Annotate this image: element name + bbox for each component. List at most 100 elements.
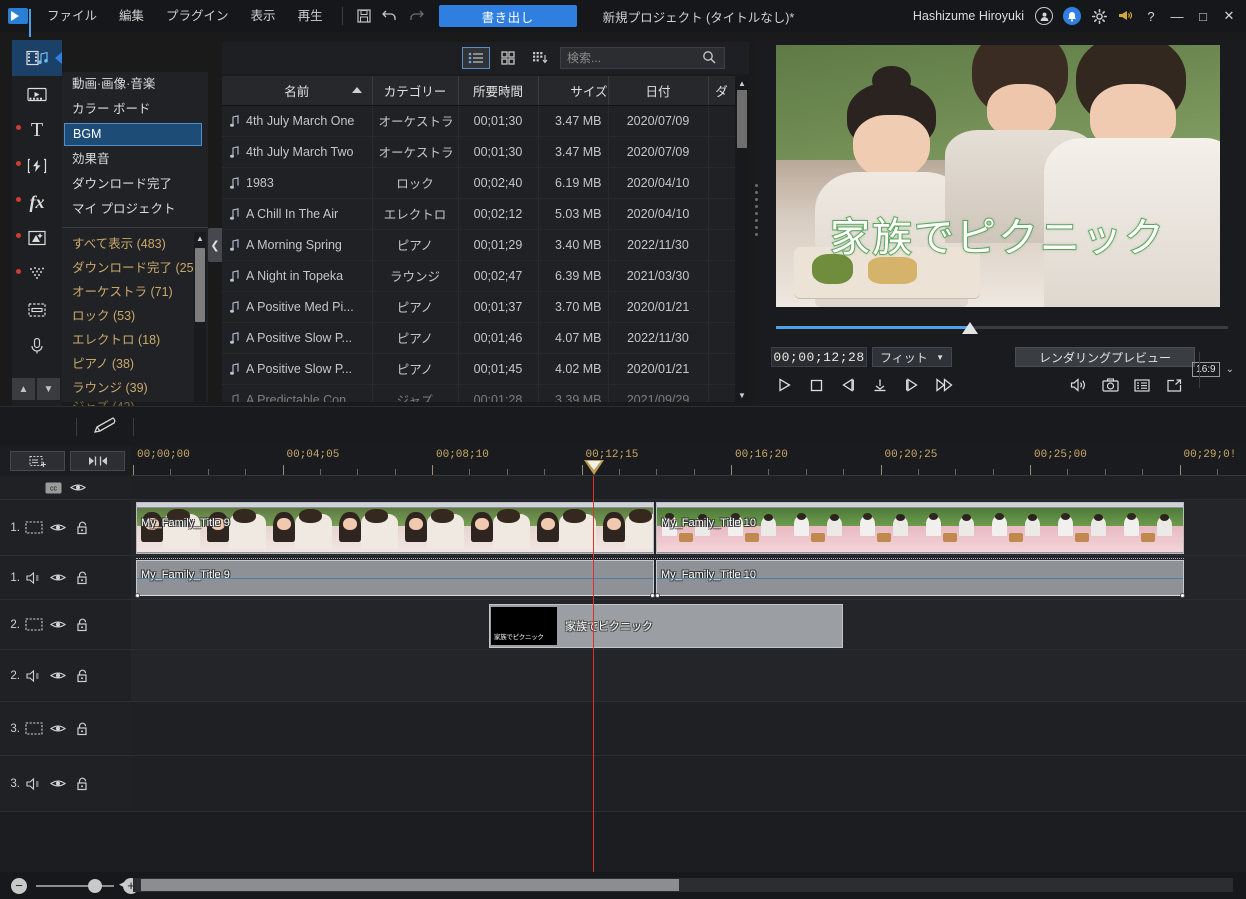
timeline-horizontal-scrollbar[interactable]: ◀	[133, 878, 1233, 892]
table-row[interactable]: A Positive Med Pi...ピアノ00;01;373.70 MB20…	[222, 291, 735, 322]
tree-cat-all[interactable]: すべて表示 (483)	[62, 232, 208, 256]
track-visibility-eye-icon[interactable]	[46, 778, 70, 789]
track-lock-icon[interactable]	[70, 571, 94, 585]
menu-view[interactable]: 表示	[240, 0, 287, 32]
chevron-down-icon[interactable]: ⌄	[1226, 364, 1234, 375]
track-area-cc[interactable]	[131, 476, 1246, 500]
col-date[interactable]: 日付	[608, 76, 708, 105]
rail-particle-room[interactable]	[12, 256, 62, 292]
rail-transition-room[interactable]	[12, 148, 62, 184]
tree-cat-lounge[interactable]: ラウンジ (39)	[62, 376, 208, 400]
gear-icon[interactable]	[1086, 3, 1112, 29]
col-category[interactable]: カテゴリー	[372, 76, 458, 105]
track-visibility-eye-icon[interactable]	[46, 723, 70, 734]
track-header-audio-2[interactable]: 2.	[0, 650, 131, 702]
search-input[interactable]	[567, 51, 702, 65]
ripple-button[interactable]	[70, 451, 125, 471]
tree-cat-piano[interactable]: ピアノ (38)	[62, 352, 208, 376]
cc-visibility-eye-icon[interactable]	[66, 482, 90, 493]
preview-video[interactable]: 家族でピクニック	[776, 45, 1220, 307]
menu-file[interactable]: ファイル	[36, 0, 108, 32]
file-scroll-thumb[interactable]	[737, 90, 747, 148]
timeline-clip-audio-1a[interactable]: My_Family_Title 9	[136, 560, 654, 596]
stop-button[interactable]	[800, 373, 832, 397]
track-visibility-eye-icon[interactable]	[46, 619, 70, 630]
file-list-scrollbar[interactable]: ▲ ▼	[735, 76, 749, 402]
tree-item-colorboard[interactable]: カラー ボード	[62, 97, 208, 122]
grid-view-icon[interactable]	[494, 47, 522, 69]
fast-forward-button[interactable]	[928, 373, 960, 397]
timeline-clip-title[interactable]: 家族でピクニック 家族でピクニック	[489, 604, 843, 648]
track-visibility-eye-icon[interactable]	[46, 670, 70, 681]
tree-cat-rock[interactable]: ロック (53)	[62, 304, 208, 328]
track-lock-icon[interactable]	[70, 618, 94, 632]
detach-preview-button[interactable]	[1158, 373, 1190, 397]
collapse-left-icon[interactable]: ❮	[208, 228, 222, 262]
search-box[interactable]	[560, 47, 725, 69]
rail-scroll-down-icon[interactable]: ▼	[37, 378, 60, 400]
tree-scroll-up-icon[interactable]: ▲	[194, 232, 206, 244]
track-lock-icon[interactable]	[70, 777, 94, 791]
volume-button[interactable]	[1062, 373, 1094, 397]
col-name[interactable]: 名前	[222, 76, 372, 105]
col-download[interactable]: ダ	[708, 76, 735, 105]
col-duration[interactable]: 所要時間	[458, 76, 538, 105]
table-row[interactable]: A Positive Slow P...ピアノ00;01;454.02 MB20…	[222, 353, 735, 384]
zoom-slider-knob[interactable]	[88, 879, 102, 893]
tree-item-myproject[interactable]: マイ プロジェクト	[62, 197, 208, 222]
tree-item-bgm[interactable]: BGM	[64, 123, 202, 146]
tree-item-downloaded[interactable]: ダウンロード完了	[62, 172, 208, 197]
zoom-out-button[interactable]: −	[11, 878, 27, 894]
close-button[interactable]: ✕	[1216, 0, 1242, 32]
preview-timecode[interactable]: 00;00;12;28	[771, 347, 867, 367]
save-icon[interactable]	[351, 3, 377, 29]
bell-icon[interactable]	[1063, 7, 1081, 25]
table-row[interactable]: 4th July March Oneオーケストラ00;01;303.47 MB2…	[222, 105, 735, 136]
rail-media-room[interactable]	[12, 40, 62, 76]
table-row[interactable]: A Positive Slow P...ピアノ00;01;464.07 MB20…	[222, 322, 735, 353]
tree-item-media[interactable]: 動画·画像·音楽	[62, 72, 208, 97]
cc-icon[interactable]: cc	[42, 482, 66, 494]
track-header-video-3[interactable]: 3.	[0, 702, 131, 756]
hscroll-thumb[interactable]	[141, 879, 679, 891]
menu-edit[interactable]: 編集	[108, 0, 155, 32]
timeline-clip-video-1a[interactable]: My_Family_Title 9	[136, 502, 654, 554]
track-header-video-1[interactable]: 1.	[0, 500, 131, 556]
table-row[interactable]: A Chill In The Airエレクトロ00;02;125.03 MB20…	[222, 198, 735, 229]
rail-voice-room[interactable]	[12, 328, 62, 364]
track-lock-icon[interactable]	[70, 722, 94, 736]
track-area-video-2[interactable]: 家族でピクニック 家族でピクニック	[131, 600, 1246, 650]
search-icon[interactable]	[702, 50, 716, 67]
scroll-left-icon[interactable]: ◀	[119, 879, 126, 890]
tree-cat-electro[interactable]: エレクトロ (18)	[62, 328, 208, 352]
table-row[interactable]: A Morning Springピアノ00;01;293.40 MB2022/1…	[222, 229, 735, 260]
tree-cat-downloaded[interactable]: ダウンロード完了 (256	[62, 256, 208, 280]
play-button[interactable]	[768, 373, 800, 397]
file-scroll-up-icon[interactable]: ▲	[735, 76, 749, 90]
track-area-video-3[interactable]	[131, 702, 1246, 756]
timeline-ruler[interactable]: 00;00;0000;04;0500;08;1000;12;1500;16;20…	[131, 446, 1246, 476]
track-lock-icon[interactable]	[70, 521, 94, 535]
track-visibility-eye-icon[interactable]	[46, 572, 70, 583]
track-area-video-1[interactable]: My_Family_Title 9 My_Family_Title 10	[131, 500, 1246, 556]
prev-frame-button[interactable]	[832, 373, 864, 397]
menu-plugin[interactable]: プラグイン	[155, 0, 240, 32]
rail-scroll-up-icon[interactable]: ▲	[12, 378, 35, 400]
rail-fx-room[interactable]: fx	[12, 184, 62, 220]
track-header-audio-3[interactable]: 3.	[0, 756, 131, 812]
next-frame-button[interactable]	[896, 373, 928, 397]
track-lock-icon[interactable]	[70, 669, 94, 683]
track-area-audio-1[interactable]: My_Family_Title 9 My_Family_Title 10	[131, 556, 1246, 600]
rail-title-room[interactable]: T	[12, 112, 62, 148]
media-file-list[interactable]: 名前 カテゴリー 所要時間 サイズ 日付 ダ 4th July March On…	[222, 76, 749, 402]
export-button[interactable]: 書き出し	[439, 5, 577, 27]
file-scroll-down-icon[interactable]: ▼	[735, 388, 749, 402]
rail-subtitle-room[interactable]	[12, 292, 62, 328]
tree-scroll-thumb[interactable]	[195, 248, 205, 322]
undo-icon[interactable]	[377, 3, 403, 29]
track-header-cc[interactable]: cc	[0, 476, 131, 500]
col-size[interactable]: サイズ	[538, 76, 608, 105]
rail-overlay-room[interactable]	[12, 220, 62, 256]
tree-item-sfx[interactable]: 効果音	[62, 147, 208, 172]
display-options-button[interactable]	[1126, 373, 1158, 397]
